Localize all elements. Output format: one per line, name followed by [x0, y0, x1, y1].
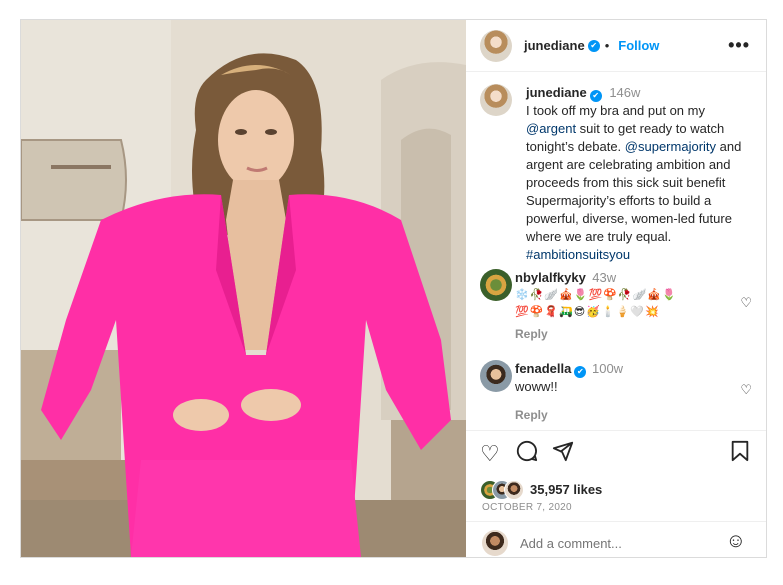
comment-time[interactable]: 43w — [592, 270, 616, 285]
current-user-avatar — [482, 530, 508, 556]
like-comment-heart-icon[interactable]: ♡ — [740, 295, 752, 311]
post-actions: ♡ 35,957 likes OCTOBER 7, 2020 ☺ — [466, 430, 766, 558]
post-side-panel: junediane ✔ • Follow ••• junediane ✔ 146w… — [466, 20, 766, 557]
commenter-username[interactable]: fenadella — [515, 361, 571, 376]
share-plane-icon[interactable] — [552, 440, 574, 468]
verified-badge-icon: ✔ — [589, 90, 602, 102]
post-date[interactable]: OCTOBER 7, 2020 — [482, 502, 572, 513]
follow-button[interactable]: Follow — [618, 38, 659, 53]
comment-body: nbylalfkyky 43w ❄️🥀🪽🎪🌷💯🍄🥀🪽🎪🌷💯🍄🧣🛺😎🥳🕯️🍦🤍💥 — [515, 269, 727, 321]
verified-badge-icon: ✔ — [574, 366, 587, 378]
comment-bubble-icon[interactable] — [516, 440, 538, 468]
reply-button[interactable]: Reply — [515, 408, 548, 422]
post-photo-illustration — [21, 20, 466, 557]
liker-avatars[interactable] — [480, 480, 528, 500]
likes-count[interactable]: 35,957 likes — [530, 482, 602, 497]
author-username[interactable]: junediane — [524, 38, 585, 53]
comment-item: nbylalfkyky 43w ❄️🥀🪽🎪🌷💯🍄🥀🪽🎪🌷💯🍄🧣🛺😎🥳🕯️🍦🤍💥 … — [480, 269, 752, 344]
add-comment-bar: ☺ — [466, 521, 766, 559]
caption-time[interactable]: 146w — [609, 85, 640, 100]
more-options-icon[interactable]: ••• — [728, 35, 750, 56]
comment-body: fenadella ✔ 100w woww!! — [515, 360, 727, 396]
caption: junediane ✔ 146w I took off my bra and pu… — [480, 84, 752, 262]
commenter-avatar[interactable] — [480, 269, 512, 301]
commenter-username[interactable]: nbylalfkyky — [515, 270, 586, 285]
post-card: junediane ✔ • Follow ••• junediane ✔ 146w… — [20, 19, 767, 558]
add-comment-input[interactable] — [518, 531, 702, 555]
comment-item: fenadella ✔ 100w woww!! ♡ Reply — [480, 360, 752, 425]
post-header: junediane ✔ • Follow ••• — [466, 20, 766, 72]
author-info: junediane ✔ • Follow — [524, 38, 659, 53]
comments-area[interactable]: junediane ✔ 146w I took off my bra and pu… — [466, 73, 766, 430]
comment-text: woww!! — [515, 379, 558, 394]
mention-supermajority[interactable]: @supermajority — [625, 139, 716, 154]
separator-dot: • — [604, 38, 610, 53]
comment-time[interactable]: 100w — [592, 361, 623, 376]
caption-text-1: I took off my bra and put on my — [526, 103, 705, 118]
reply-button[interactable]: Reply — [515, 327, 548, 341]
like-comment-heart-icon[interactable]: ♡ — [740, 382, 752, 398]
mention-argent[interactable]: @argent — [526, 121, 576, 136]
like-heart-icon[interactable]: ♡ — [480, 441, 500, 467]
liker-avatar — [504, 480, 524, 500]
caption-body: junediane ✔ 146w I took off my bra and pu… — [526, 84, 752, 264]
comment-text: ❄️🥀🪽🎪🌷💯🍄🥀🪽🎪🌷💯🍄🧣🛺😎🥳🕯️🍦🤍💥 — [515, 289, 677, 318]
caption-text-3: and argent are celebrating ambition and … — [526, 139, 742, 244]
caption-username[interactable]: junediane — [526, 85, 587, 100]
caption-avatar[interactable] — [480, 84, 512, 116]
verified-badge-icon: ✔ — [587, 39, 600, 52]
post-photo[interactable] — [21, 20, 466, 557]
author-avatar[interactable] — [480, 29, 512, 62]
emoji-picker-icon[interactable]: ☺ — [726, 530, 746, 553]
hashtag-link[interactable]: #ambitionsuitsyou — [526, 247, 630, 262]
commenter-avatar[interactable] — [480, 360, 512, 392]
save-bookmark-icon[interactable] — [730, 440, 750, 468]
